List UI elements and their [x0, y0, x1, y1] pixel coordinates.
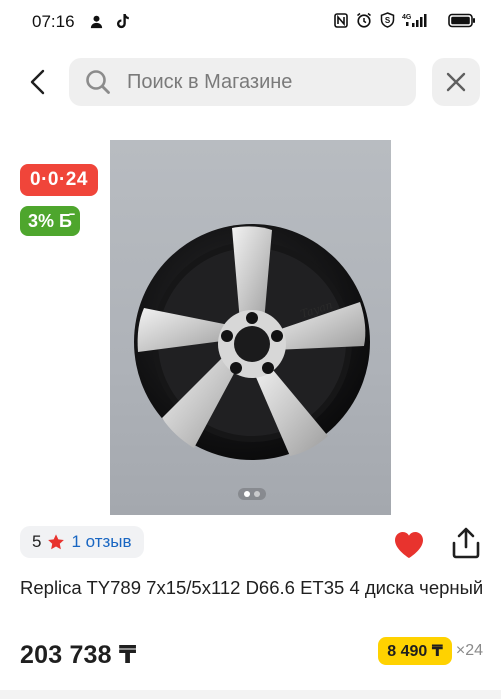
share-icon — [452, 527, 480, 559]
reviews-link[interactable]: 1 отзыв — [71, 532, 131, 552]
monthly-term: ×24 — [455, 642, 483, 659]
chevron-left-icon — [30, 69, 45, 95]
alarm-icon — [356, 12, 372, 28]
product-image[interactable]: Tayan — [110, 140, 391, 515]
bottom-divider — [0, 690, 501, 699]
star-icon — [47, 533, 65, 551]
bonus-badge: 3% Б̄ — [20, 206, 80, 236]
signal-4g-icon: 4G — [402, 12, 440, 28]
rating-chip[interactable]: 5 1 отзыв — [20, 526, 144, 558]
back-button[interactable] — [20, 64, 56, 100]
close-search-button[interactable] — [432, 58, 480, 106]
product-title: Replica TY789 7x15/5x112 D66.6 ET35 4 ди… — [20, 577, 484, 598]
image-carousel-dots[interactable] — [238, 488, 266, 500]
vpn-icon: S — [379, 12, 395, 28]
carousel-dot-active[interactable] — [244, 491, 250, 497]
monthly-payment: 8 490 ₸ — [378, 637, 452, 665]
person-icon — [88, 13, 104, 29]
status-left-icons — [88, 13, 130, 29]
search-box[interactable] — [69, 58, 416, 106]
installment-badge: 0·0·24 — [20, 164, 98, 196]
close-icon — [446, 72, 466, 92]
carousel-dot[interactable] — [254, 491, 260, 497]
battery-icon — [447, 12, 477, 28]
heart-icon — [395, 532, 423, 558]
favorite-button[interactable] — [393, 530, 425, 560]
rating-value: 5 — [32, 532, 42, 551]
status-bar: 07:16 S 4G — [0, 0, 501, 44]
status-right-icons: S 4G — [333, 12, 477, 28]
search-icon — [86, 70, 110, 94]
tiktok-icon — [114, 13, 130, 29]
svg-text:S: S — [384, 16, 390, 25]
nfc-icon — [333, 12, 349, 28]
share-button[interactable] — [450, 526, 482, 560]
network-label: 4G — [402, 14, 412, 21]
installment-price-block[interactable]: 8 490 ₸ ×24 — [378, 637, 483, 665]
alloy-wheel-image: Tayan — [134, 224, 370, 460]
search-input[interactable] — [127, 58, 397, 106]
status-time: 07:16 — [32, 12, 75, 31]
search-header — [0, 56, 501, 108]
product-price: 203 738 ₸ — [20, 641, 137, 669]
